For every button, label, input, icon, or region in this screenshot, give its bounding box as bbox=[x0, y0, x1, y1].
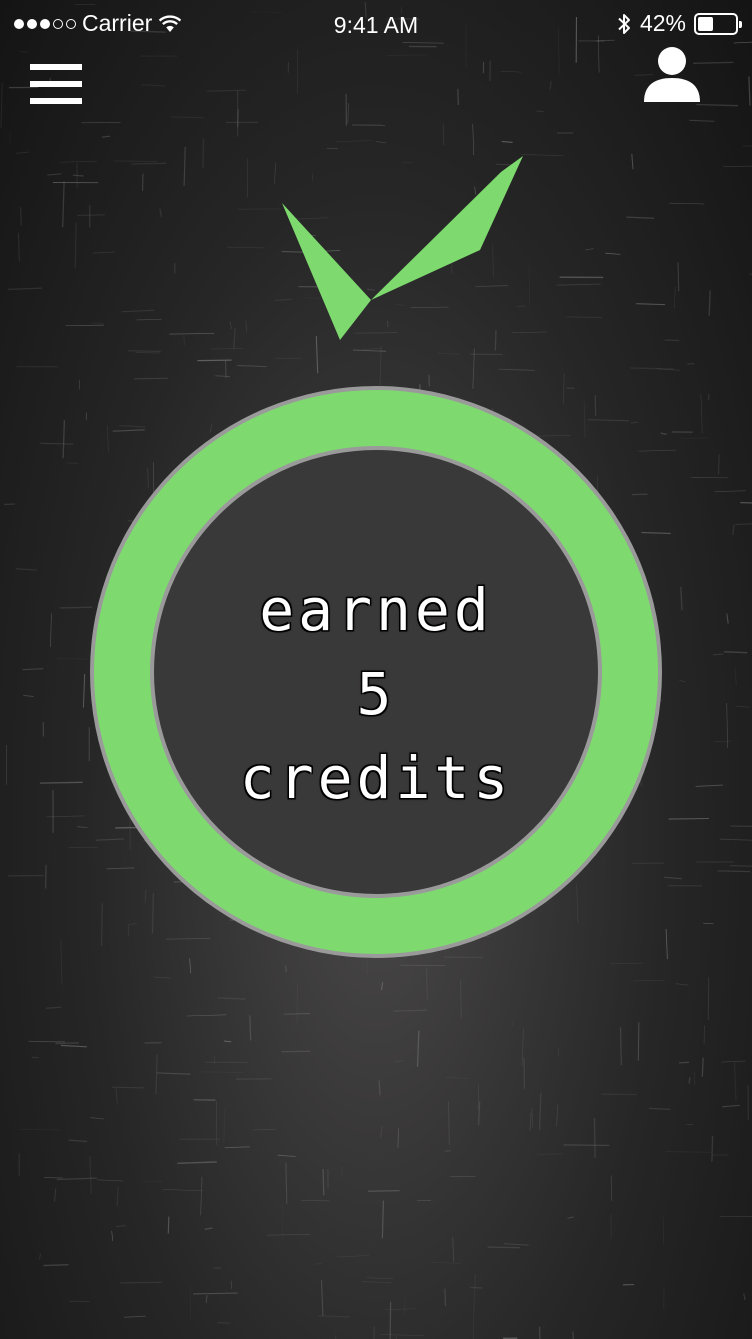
battery-tip bbox=[739, 20, 742, 28]
battery-level-fill bbox=[698, 16, 713, 31]
checkmark-icon bbox=[282, 156, 523, 340]
earned-credits-message: earned 5 credits bbox=[176, 568, 576, 820]
menu-button[interactable] bbox=[30, 64, 82, 106]
credits-label: credits bbox=[239, 744, 513, 812]
profile-button[interactable] bbox=[640, 44, 704, 106]
status-right: 42% bbox=[616, 10, 742, 37]
earned-label: earned bbox=[259, 576, 493, 644]
user-profile-icon bbox=[644, 47, 700, 102]
battery-icon bbox=[694, 12, 742, 35]
bluetooth-icon bbox=[618, 13, 630, 34]
credits-value: 5 bbox=[356, 660, 396, 728]
hamburger-menu-icon-bar-middle bbox=[30, 81, 82, 87]
credits-earned-screen: Carrier 9:41 AM 42% earned 5 credits bbox=[0, 0, 752, 1339]
hamburger-menu-icon-bar-top bbox=[30, 64, 82, 70]
battery-percent: 42% bbox=[639, 10, 686, 36]
hamburger-menu-icon-bar-bottom bbox=[30, 98, 82, 104]
status-bar: Carrier 9:41 AM 42% bbox=[0, 0, 752, 48]
